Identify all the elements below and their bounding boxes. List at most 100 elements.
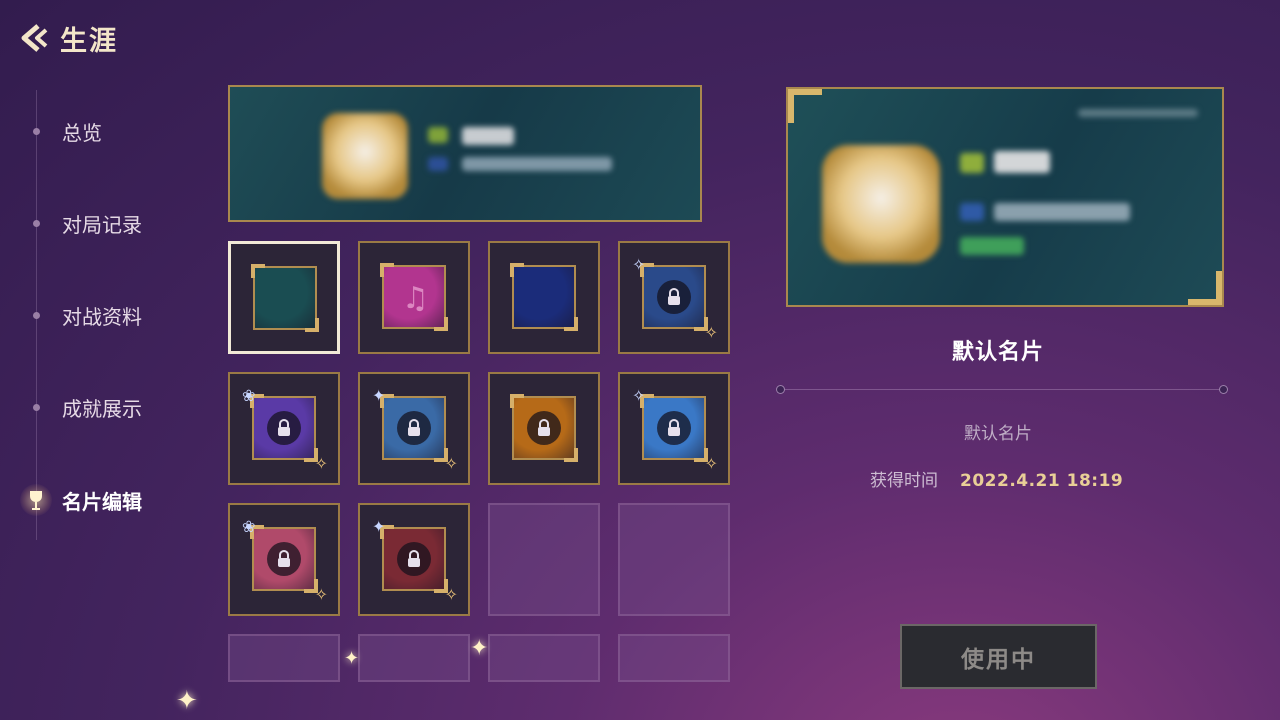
blurred-avatar bbox=[322, 113, 408, 199]
sidebar-item-label: 名片编辑 bbox=[62, 489, 142, 514]
empty-card-slot bbox=[618, 634, 730, 682]
sidebar-item-label: 对局记录 bbox=[62, 212, 142, 237]
card-tile[interactable]: ♫ bbox=[358, 241, 470, 354]
card-decoration: ✧ bbox=[704, 454, 718, 473]
card-tile[interactable] bbox=[488, 241, 600, 354]
obtain-time-label: 获得时间 bbox=[870, 471, 938, 491]
card-decoration: ❀ bbox=[242, 386, 256, 405]
lock-icon bbox=[527, 411, 561, 445]
selected-card-description: 默认名片 bbox=[964, 424, 1032, 444]
card-decoration: ❀ bbox=[242, 517, 256, 536]
blurred-badge bbox=[960, 203, 984, 221]
blurred-tag bbox=[960, 237, 1024, 255]
card-decoration: ✧ bbox=[632, 255, 646, 274]
in-use-button[interactable]: 使用中 bbox=[900, 624, 1097, 689]
sidebar-item-battle-stats[interactable]: 对战资料 bbox=[0, 290, 200, 340]
lock-icon bbox=[267, 411, 301, 445]
nav-dot bbox=[33, 311, 40, 319]
card-tile[interactable]: ✧ ✧ bbox=[618, 372, 730, 485]
card-decoration: ✦ bbox=[372, 517, 386, 536]
corner-ornament bbox=[434, 317, 448, 331]
card-art bbox=[380, 394, 448, 462]
blurred-text bbox=[1078, 109, 1198, 117]
nav-dot bbox=[33, 403, 40, 411]
card-decoration: ✧ bbox=[444, 585, 458, 604]
card-art bbox=[510, 394, 578, 462]
corner-ornament bbox=[380, 263, 394, 277]
corner-ornament bbox=[1188, 271, 1222, 305]
page-header: 生涯 bbox=[14, 16, 118, 60]
trophy-icon bbox=[20, 484, 52, 516]
card-decoration: ✧ bbox=[314, 585, 328, 604]
selected-card-title: 默认名片 bbox=[951, 340, 1044, 365]
card-decoration: ✧ bbox=[314, 454, 328, 473]
card-decoration: ✧ bbox=[444, 454, 458, 473]
sidebar-nav: 总览 对局记录 对战资料 成就展示 名片编辑 bbox=[0, 80, 200, 560]
corner-ornament bbox=[510, 263, 524, 277]
sidebar-item-card-edit[interactable]: 名片编辑 bbox=[0, 475, 200, 525]
card-decoration: ✦ bbox=[372, 386, 386, 405]
blurred-name bbox=[994, 151, 1050, 173]
sidebar-item-label: 成就展示 bbox=[62, 396, 142, 421]
blurred-text bbox=[994, 203, 1130, 221]
sparkle-decoration: ✦ bbox=[470, 636, 489, 661]
card-art: ♫ bbox=[380, 263, 448, 331]
sidebar-item-achievements[interactable]: 成就展示 bbox=[0, 382, 200, 432]
lock-icon bbox=[657, 411, 691, 445]
blurred-avatar bbox=[822, 145, 940, 263]
card-art bbox=[250, 394, 318, 462]
blurred-text bbox=[462, 157, 612, 171]
empty-card-slot bbox=[618, 503, 730, 616]
nav-dot bbox=[33, 219, 40, 227]
sidebar-item-overview[interactable]: 总览 bbox=[0, 106, 200, 156]
blurred-badge bbox=[428, 127, 448, 143]
card-tile[interactable] bbox=[228, 241, 340, 354]
card-tile[interactable]: ✧ ✧ bbox=[618, 241, 730, 354]
music-note-icon: ♫ bbox=[402, 281, 429, 316]
corner-ornament bbox=[788, 89, 822, 123]
card-art bbox=[380, 525, 448, 593]
blurred-badge bbox=[428, 157, 448, 171]
card-art bbox=[251, 264, 319, 332]
blurred-badge bbox=[960, 153, 984, 173]
card-art bbox=[640, 263, 708, 331]
card-tile[interactable] bbox=[488, 372, 600, 485]
card-tile[interactable]: ❀ ✧ bbox=[228, 372, 340, 485]
divider-dot bbox=[1219, 385, 1228, 394]
sidebar-item-label: 对战资料 bbox=[62, 304, 142, 329]
selected-card-preview bbox=[786, 87, 1224, 307]
sparkle-decoration: ✦ bbox=[176, 686, 198, 716]
obtain-time-value: 2022.4.21 18:19 bbox=[960, 471, 1124, 491]
empty-card-slot bbox=[488, 634, 600, 682]
corner-ornament bbox=[251, 264, 265, 278]
lock-icon bbox=[267, 542, 301, 576]
card-tile[interactable]: ✦ ✧ bbox=[358, 372, 470, 485]
corner-ornament bbox=[305, 318, 319, 332]
page-title: 生涯 bbox=[60, 25, 118, 57]
blurred-name bbox=[462, 127, 514, 145]
empty-card-slot bbox=[228, 634, 340, 682]
sidebar-item-match-history[interactable]: 对局记录 bbox=[0, 198, 200, 248]
obtain-time-row: 获得时间 2022.4.21 18:19 bbox=[870, 466, 1123, 491]
card-tile[interactable]: ✦ ✧ bbox=[358, 503, 470, 616]
lock-icon bbox=[397, 542, 431, 576]
corner-ornament bbox=[564, 317, 578, 331]
back-arrow-icon[interactable] bbox=[14, 19, 52, 57]
card-tile[interactable]: ❀ ✧ bbox=[228, 503, 340, 616]
card-banner-preview bbox=[228, 85, 702, 222]
empty-card-slot bbox=[358, 634, 470, 682]
empty-card-slot bbox=[488, 503, 600, 616]
sparkle-decoration: ✦ bbox=[344, 648, 360, 669]
nav-dot bbox=[33, 127, 40, 135]
divider bbox=[776, 385, 1228, 394]
divider-dot bbox=[776, 385, 785, 394]
card-decoration: ✧ bbox=[632, 386, 646, 405]
sidebar-item-label: 总览 bbox=[62, 120, 102, 145]
lock-icon bbox=[657, 280, 691, 314]
card-art bbox=[250, 525, 318, 593]
lock-icon bbox=[397, 411, 431, 445]
card-art bbox=[510, 263, 578, 331]
card-decoration: ✧ bbox=[704, 323, 718, 342]
card-art bbox=[640, 394, 708, 462]
corner-ornament bbox=[510, 394, 524, 408]
